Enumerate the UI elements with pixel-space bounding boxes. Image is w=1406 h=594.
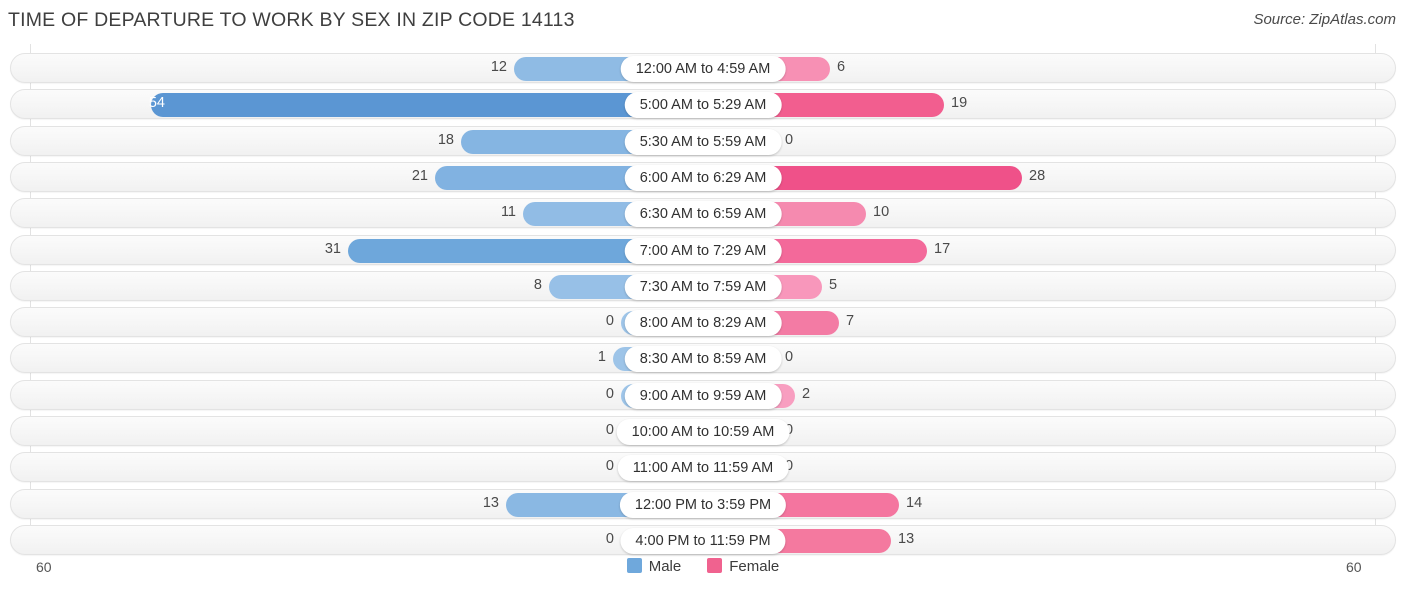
male-value-label: 12 xyxy=(490,59,507,75)
category-label: 10:00 AM to 10:59 AM xyxy=(616,419,790,445)
bar-row[interactable]: 0 7 8:00 AM to 8:29 AM xyxy=(10,307,1396,338)
legend-item-female[interactable]: Female xyxy=(707,558,779,575)
category-label: 12:00 PM to 3:59 PM xyxy=(619,491,787,518)
category-label: 5:00 AM to 5:29 AM xyxy=(624,92,782,119)
male-value-label: 0 xyxy=(605,422,614,438)
category-label: 4:00 PM to 11:59 PM xyxy=(620,527,786,554)
bar-row[interactable]: 13 14 12:00 PM to 3:59 PM xyxy=(10,488,1396,519)
female-value-label: 0 xyxy=(785,131,794,148)
page-title: TIME OF DEPARTURE TO WORK BY SEX IN ZIP … xyxy=(8,9,575,31)
category-label: 8:30 AM to 8:59 AM xyxy=(624,346,782,373)
category-label: 6:00 AM to 6:29 AM xyxy=(624,164,782,191)
female-value-label: 0 xyxy=(785,349,794,366)
male-value-label: 0 xyxy=(605,313,614,330)
bar-row[interactable]: 0 13 4:00 PM to 11:59 PM xyxy=(10,524,1396,555)
male-value-label: 0 xyxy=(605,385,614,402)
male-value-label: 8 xyxy=(533,276,542,293)
bar-row[interactable]: 12 6 12:00 AM to 4:59 AM xyxy=(10,53,1396,83)
category-label: 7:30 AM to 7:59 AM xyxy=(624,273,782,300)
male-value-label: 1 xyxy=(597,349,606,366)
female-value-label: 14 xyxy=(906,494,923,511)
legend-label: Male xyxy=(648,558,682,575)
female-value-label: 17 xyxy=(934,240,951,257)
male-value-label: 0 xyxy=(605,530,614,547)
legend-swatch-icon xyxy=(707,558,723,573)
chart-legend: Male Female xyxy=(0,558,1406,575)
bar-row[interactable]: 0 2 9:00 AM to 9:59 AM xyxy=(10,379,1396,410)
bar-row[interactable]: 11 10 6:30 AM to 6:59 AM xyxy=(10,198,1396,229)
male-value-label: 21 xyxy=(411,167,428,184)
bar-row[interactable]: 0 0 11:00 AM to 11:59 AM xyxy=(10,452,1396,483)
chart-header: TIME OF DEPARTURE TO WORK BY SEX IN ZIP … xyxy=(0,0,1406,44)
female-value-label: 10 xyxy=(873,204,890,221)
male-value-label: 18 xyxy=(437,131,454,148)
category-label: 12:00 AM to 4:59 AM xyxy=(620,56,786,82)
bar-row[interactable]: 1 0 8:30 AM to 8:59 AM xyxy=(10,343,1396,374)
category-label: 7:00 AM to 7:29 AM xyxy=(624,237,782,264)
female-value-label: 13 xyxy=(898,530,915,547)
category-label: 6:30 AM to 6:59 AM xyxy=(624,201,782,228)
female-value-label: 19 xyxy=(951,95,968,112)
bar-row[interactable]: 31 17 7:00 AM to 7:29 AM xyxy=(10,234,1396,265)
female-value-label: 5 xyxy=(829,276,838,293)
bar-row[interactable]: 21 28 6:00 AM to 6:29 AM xyxy=(10,161,1396,192)
female-value-label: 2 xyxy=(802,385,811,402)
category-label: 11:00 AM to 11:59 AM xyxy=(617,455,789,482)
female-value-label: 7 xyxy=(846,313,855,330)
male-value-label: 0 xyxy=(605,458,614,475)
legend-item-male[interactable]: Male xyxy=(626,558,682,575)
female-value-label: 28 xyxy=(1029,167,1046,184)
legend-label: Female xyxy=(729,558,780,575)
diverging-bar-chart: 12 6 12:00 AM to 4:59 AM 54 19 5:00 AM to 5:2… xyxy=(0,44,1406,555)
male-bar[interactable] xyxy=(151,93,691,118)
bar-row[interactable]: 8 5 7:30 AM to 7:59 AM xyxy=(10,270,1396,301)
category-label: 9:00 AM to 9:59 AM xyxy=(624,382,782,409)
male-value-label: 13 xyxy=(482,494,499,511)
category-label: 5:30 AM to 5:59 AM xyxy=(624,128,782,155)
bar-row[interactable]: 0010:00 AM to 10:59 AM xyxy=(10,416,1396,446)
male-value-label: 31 xyxy=(324,240,341,257)
legend-swatch-icon xyxy=(626,558,642,573)
male-value-label: 11 xyxy=(500,204,516,221)
source-attribution: Source: ZipAtlas.com xyxy=(1253,11,1396,28)
bar-row[interactable]: 18 0 5:30 AM to 5:59 AM xyxy=(10,125,1396,156)
bar-row[interactable]: 54 19 5:00 AM to 5:29 AM xyxy=(10,89,1396,120)
female-value-label: 6 xyxy=(837,59,846,75)
male-value-label: 54 xyxy=(148,95,165,112)
category-label: 8:00 AM to 8:29 AM xyxy=(624,310,782,337)
